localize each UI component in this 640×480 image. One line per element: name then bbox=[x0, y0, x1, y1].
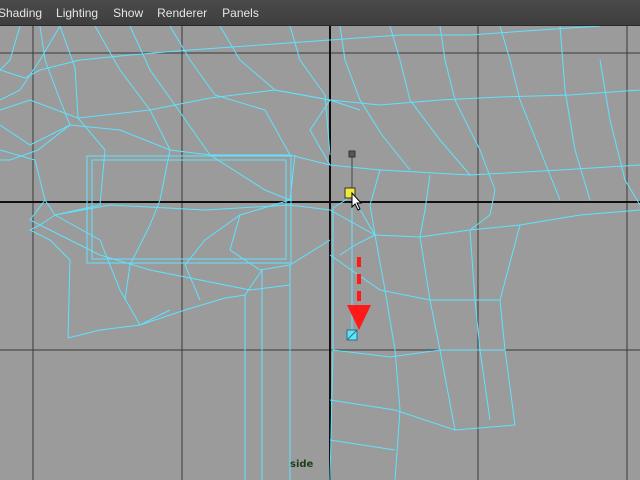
menu-lighting[interactable]: Lighting bbox=[56, 0, 113, 26]
vertex-handle-top[interactable] bbox=[348, 150, 356, 158]
side-viewport[interactable]: side bbox=[0, 26, 640, 480]
move-direction-arrow bbox=[347, 257, 371, 330]
viewport-menubar: Shading Lighting Show Renderer Panels bbox=[0, 0, 640, 26]
wireframe-mesh bbox=[0, 26, 640, 480]
viewport-canvas[interactable] bbox=[0, 26, 640, 480]
menu-renderer[interactable]: Renderer bbox=[157, 0, 222, 26]
mouse-cursor bbox=[351, 191, 363, 211]
menu-shading[interactable]: Shading bbox=[0, 0, 56, 26]
menu-show[interactable]: Show bbox=[113, 0, 157, 26]
menu-panels[interactable]: Panels bbox=[222, 0, 267, 26]
camera-label: side bbox=[290, 459, 314, 470]
